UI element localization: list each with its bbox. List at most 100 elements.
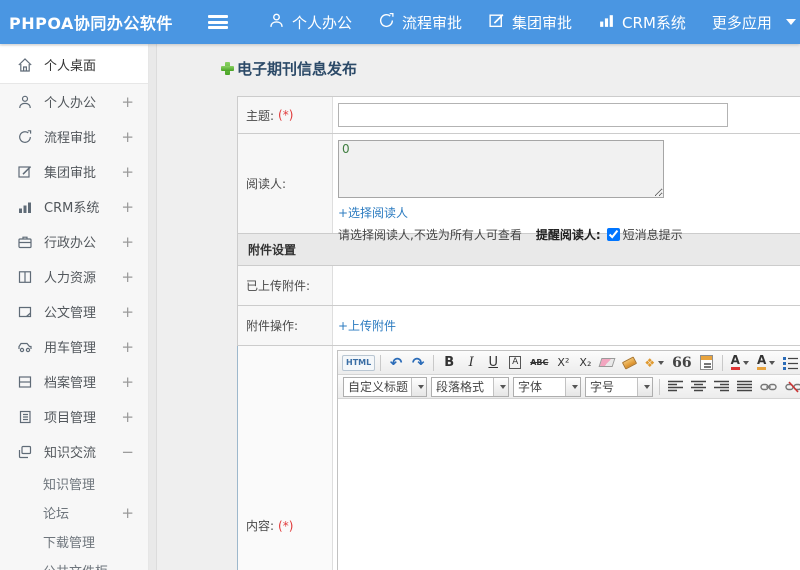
chevron-down-icon — [658, 360, 665, 365]
expand-icon[interactable]: + — [121, 268, 134, 286]
publish-form: 主题: (*) 阅读人: 0 +选择阅读人 请选择阅读人,不选为所有人可查看 提… — [237, 96, 800, 570]
process-icon — [378, 12, 402, 33]
sidebar-item-vehicle-mgmt[interactable]: 用车管理 + — [0, 329, 148, 364]
chevron-down-icon — [785, 19, 796, 25]
knowledge-icon — [16, 443, 33, 460]
uploaded-attachments-label: 已上传附件: — [238, 266, 333, 305]
sidebar-item-desktop[interactable]: 个人桌面 — [0, 46, 148, 84]
notebook-icon — [16, 408, 33, 425]
nav-personal-office[interactable]: 个人办公 — [268, 12, 352, 33]
sidebar-item-public-cabinet[interactable]: 公共文件柜 — [0, 556, 148, 570]
main-content: 电子期刊信息发布 主题: (*) 阅读人: 0 +选择阅读人 请选择阅读人,不选… — [157, 44, 800, 570]
sidebar-item-project-mgmt[interactable]: 项目管理 + — [0, 399, 148, 434]
attachment-actions-label: 附件操作: — [238, 306, 333, 345]
expand-icon[interactable]: + — [121, 93, 134, 111]
sidebar-item-admin-office[interactable]: 行政办公 + — [0, 224, 148, 259]
home-icon — [16, 56, 33, 73]
select-readers-link[interactable]: +选择阅读人 — [338, 206, 408, 220]
paste-button[interactable] — [697, 353, 717, 373]
upload-attachment-link[interactable]: +上传附件 — [338, 317, 396, 334]
collapse-icon[interactable]: − — [121, 443, 134, 461]
content-label: 内容: (*) — [238, 346, 333, 570]
auto-typeset-button[interactable]: ❖ — [641, 353, 667, 373]
expand-icon[interactable]: + — [121, 198, 134, 216]
link-button[interactable] — [757, 377, 780, 397]
chart-icon — [16, 198, 33, 215]
remind-readers-label: 提醒阅读人: — [535, 228, 601, 242]
readers-note-text: 请选择阅读人,不选为所有人可查看 — [338, 228, 522, 242]
top-nav: 个人办公 流程审批 集团审批 CRM系统 更多应用 — [242, 12, 796, 33]
align-left-button[interactable] — [665, 377, 686, 397]
custom-heading-select[interactable]: 自定义标题 — [343, 376, 427, 397]
sidebar-item-hr[interactable]: 人力资源 + — [0, 259, 148, 294]
person-icon — [16, 93, 33, 110]
editor-toolbar-row2: 自定义标题 段落格式 字体 字号 — [338, 375, 800, 399]
sidebar-scrollbar[interactable] — [149, 44, 157, 570]
chevron-down-icon — [571, 384, 578, 389]
chart-icon — [598, 12, 622, 33]
expand-icon[interactable]: + — [121, 373, 134, 391]
sidebar-item-process-approval[interactable]: 流程审批 + — [0, 119, 148, 154]
menu-toggle-icon[interactable] — [208, 15, 228, 29]
underline-button[interactable]: U — [483, 353, 503, 373]
bold-button[interactable]: B — [439, 353, 459, 373]
sms-notify-checkbox[interactable] — [606, 228, 620, 241]
redo-button[interactable]: ↷ — [408, 353, 428, 373]
subject-input[interactable] — [338, 103, 728, 127]
required-mark: (*) — [278, 518, 294, 533]
align-center-button[interactable] — [688, 377, 709, 397]
strikethrough-button[interactable]: ABC — [527, 353, 551, 373]
html-source-button[interactable]: HTML — [342, 354, 376, 371]
unlink-button[interactable] — [782, 377, 800, 397]
expand-icon[interactable]: + — [121, 128, 134, 146]
expand-icon[interactable]: + — [121, 408, 134, 426]
expand-icon[interactable]: + — [121, 303, 134, 321]
expand-icon[interactable]: + — [121, 163, 134, 181]
readers-textarea[interactable]: 0 — [338, 140, 664, 198]
blockquote-button[interactable]: 66 — [669, 353, 694, 373]
undo-button[interactable]: ↶ — [386, 353, 406, 373]
sidebar-item-personal-office[interactable]: 个人办公 + — [0, 84, 148, 119]
align-justify-button[interactable] — [734, 377, 755, 397]
nav-group-approval[interactable]: 集团审批 — [488, 12, 572, 33]
sidebar-item-knowledge-mgmt[interactable]: 知识管理 — [0, 469, 148, 498]
paragraph-format-select[interactable]: 段落格式 — [431, 376, 509, 397]
eraser-icon[interactable] — [597, 353, 617, 373]
font-color-button[interactable]: A — [728, 353, 752, 373]
sidebar-item-document-mgmt[interactable]: 公文管理 + — [0, 294, 148, 329]
chevron-down-icon — [769, 360, 776, 365]
attachment-actions-row: 附件操作: +上传附件 — [237, 306, 800, 346]
expand-icon[interactable]: + — [121, 504, 134, 522]
expand-icon[interactable]: + — [121, 233, 134, 251]
editor-content[interactable] — [338, 399, 800, 570]
nav-crm-system[interactable]: CRM系统 — [598, 12, 686, 33]
nav-more-apps[interactable]: 更多应用 — [712, 12, 796, 33]
expand-icon[interactable]: + — [121, 338, 134, 356]
document-icon — [16, 303, 33, 320]
required-mark: (*) — [278, 108, 294, 122]
superscript-button[interactable]: X² — [553, 353, 573, 373]
highlight-color-button[interactable]: A — [754, 353, 778, 373]
border-text-button[interactable]: A — [505, 353, 525, 373]
sidebar-item-forum[interactable]: 论坛 + — [0, 498, 148, 527]
add-icon — [221, 62, 234, 75]
archive-icon — [16, 373, 33, 390]
sidebar-item-crm[interactable]: CRM系统 + — [0, 189, 148, 224]
italic-button[interactable]: I — [461, 353, 481, 373]
align-right-button[interactable] — [711, 377, 732, 397]
sidebar-item-archive-mgmt[interactable]: 档案管理 + — [0, 364, 148, 399]
subscript-button[interactable]: X₂ — [575, 353, 595, 373]
sidebar-item-group-approval[interactable]: 集团审批 + — [0, 154, 148, 189]
sidebar-item-download-mgmt[interactable]: 下载管理 — [0, 527, 148, 556]
briefcase-icon — [16, 233, 33, 250]
page-title: 电子期刊信息发布 — [221, 58, 800, 79]
sidebar-item-knowledge[interactable]: 知识交流 − — [0, 434, 148, 469]
sms-notify-label: 短消息提示 — [622, 228, 683, 242]
font-size-select[interactable]: 字号 — [585, 376, 653, 397]
edit-icon — [16, 163, 33, 180]
font-family-select[interactable]: 字体 — [513, 376, 581, 397]
content-row: 内容: (*) HTML ↶ ↷ B I U A ABC X² X₂ ❖ 66 … — [237, 346, 800, 570]
nav-process-approval[interactable]: 流程审批 — [378, 12, 462, 33]
ordered-list-button[interactable] — [780, 353, 800, 373]
format-brush-icon[interactable] — [619, 353, 639, 373]
